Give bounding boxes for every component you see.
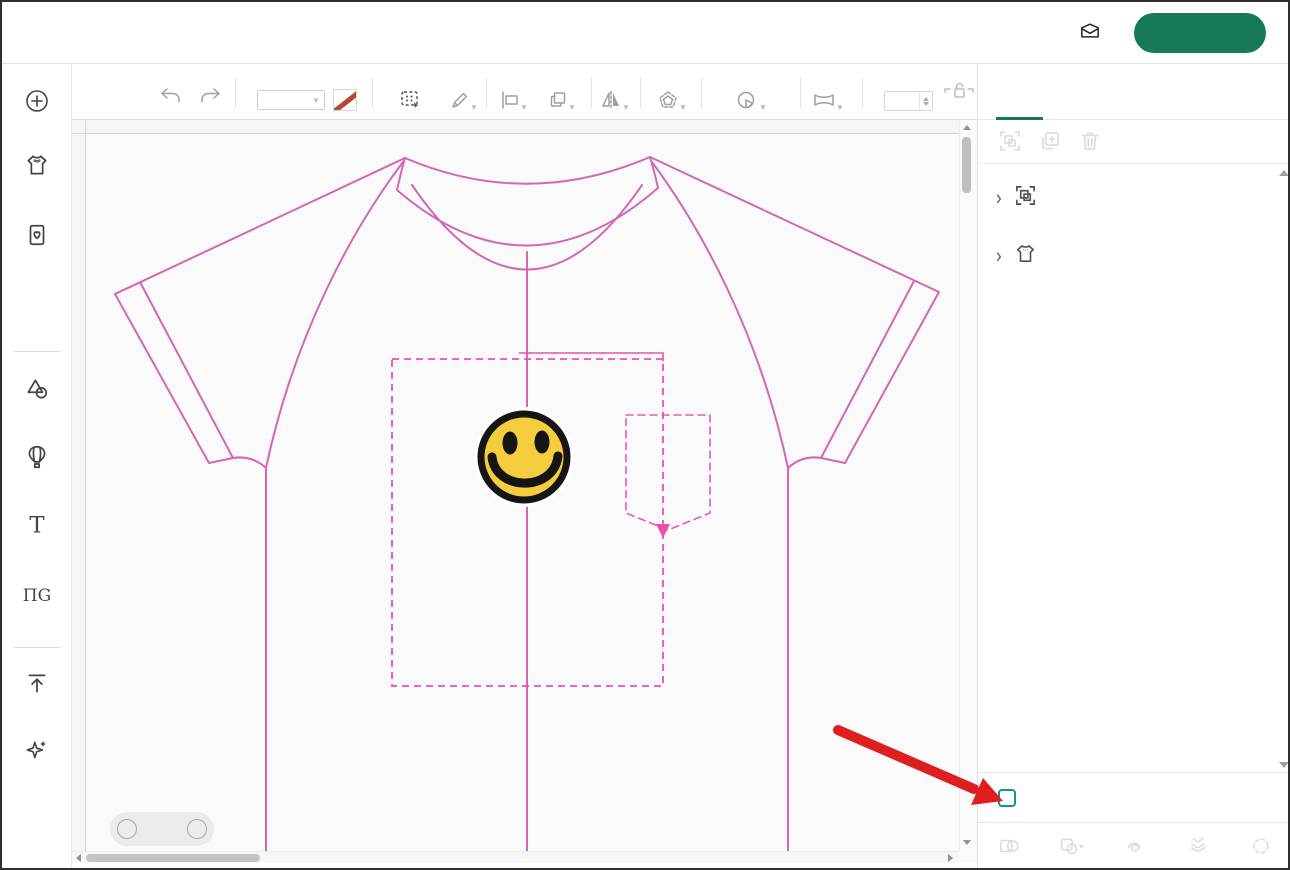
slice-button[interactable] [978,823,1041,870]
top-bar [2,2,1288,64]
arrange-button[interactable]: ▼ [548,90,576,115]
scroll-left-icon[interactable] [76,854,81,862]
shapes-icon [24,376,50,402]
sidebar-item-upload[interactable] [2,670,72,704]
monogram-icon: ΠG [22,582,52,608]
zoom-out-button[interactable] [117,819,137,839]
select-all-button[interactable] [399,90,421,115]
background-color-checkbox[interactable] [998,789,1016,807]
combine-button[interactable] [1041,823,1104,870]
flip-button[interactable]: ▼ [600,90,630,115]
undo-button[interactable] [159,86,183,113]
edit-toolbar: ▼ ▼ ▼ ▼ ▼ ▼ ▼ [72,64,977,120]
scroll-down-icon[interactable] [963,840,971,845]
flatten-icon [1187,836,1209,856]
my-stuff-button[interactable] [1080,23,1108,43]
lock-icon[interactable] [944,81,974,104]
group-icon [1014,184,1037,212]
svg-text:ΠG: ΠG [23,586,51,606]
bottom-actions [978,822,1290,870]
smiley-eye-left [503,432,518,455]
panel-tabs [978,64,1290,120]
sidebar-item-templates[interactable] [2,152,72,186]
horizontal-scroll-thumb[interactable] [86,854,260,862]
text-icon: T [24,512,50,538]
selection-box[interactable] [392,353,670,686]
attach-icon [1124,836,1146,856]
slice-icon [998,836,1020,856]
design-canvas[interactable] [72,120,977,863]
sidebar-divider [14,647,60,648]
layer-row-flower[interactable]: › [978,172,1290,224]
delete-button[interactable] [1078,129,1102,158]
warp-button[interactable]: ▼ [812,90,844,115]
upload-icon [24,670,50,696]
tshirt-icon [1014,242,1037,270]
sparkle-icon [24,738,50,764]
chevron-right-icon[interactable]: › [996,244,1002,269]
svg-text:T: T [29,513,44,538]
scroll-up-icon[interactable] [963,125,971,130]
sidebar-divider [14,351,60,352]
canvas-content[interactable] [86,134,959,851]
sidebar-item-create-ai[interactable] [2,738,72,772]
offset-button[interactable]: ▼ [657,90,687,115]
contour-icon [1250,836,1272,856]
color-swatch[interactable] [333,89,357,111]
new-plus-icon [24,88,50,114]
envelope-icon [1080,23,1100,43]
create-sticker-button[interactable]: ▼ [735,90,767,115]
sidebar-item-new[interactable] [2,88,72,122]
smiley-eye-right [535,431,550,454]
canvas-vertical-scrollbar[interactable] [959,120,972,851]
canvas-horizontal-scrollbar[interactable] [72,851,959,863]
contour-button[interactable] [1229,823,1290,870]
redo-button[interactable] [198,86,222,113]
width-input[interactable] [884,91,933,111]
sidebar-item-shapes[interactable] [2,376,72,410]
zoom-in-button[interactable] [187,819,207,839]
sidebar-item-projects[interactable] [2,222,72,256]
combine-icon [1059,836,1085,856]
attach-button[interactable] [1104,823,1167,870]
operation-select[interactable]: ▼ [257,90,325,110]
vertical-ruler [72,134,86,851]
background-color-row [978,772,1290,822]
make-button[interactable] [1134,13,1266,53]
layer-row-child-medium[interactable]: › [978,230,1290,282]
left-sidebar: T ΠG [2,64,72,868]
scroll-right-icon[interactable] [948,854,953,862]
panel-scroll-up-icon[interactable] [1279,170,1289,176]
width-stepper[interactable] [919,92,932,110]
zoom-control [110,812,214,846]
app-window: T ΠG ▼ [0,0,1290,870]
sidebar-item-monogram[interactable]: ΠG [2,582,72,616]
chevron-right-icon[interactable]: › [996,186,1002,211]
horizontal-ruler [86,120,959,134]
edit-button[interactable]: ▼ [450,90,478,115]
group-button[interactable] [998,129,1022,158]
sidebar-item-text[interactable]: T [2,512,72,546]
right-panel: › › [977,64,1290,868]
guide-arrow-down-icon [656,524,670,538]
align-button[interactable]: ▼ [500,90,528,115]
balloon-icon [24,444,50,470]
flower-design[interactable] [474,407,574,507]
layer-tools [978,120,1290,164]
tshirt-pocket [626,415,710,530]
ruler-corner [72,120,86,134]
flatten-button[interactable] [1166,823,1229,870]
tshirt-icon [24,152,50,178]
duplicate-button[interactable] [1038,129,1062,158]
sidebar-item-images[interactable] [2,444,72,478]
project-card-icon [24,222,50,248]
vertical-scroll-thumb[interactable] [962,137,971,193]
panel-scroll-down-icon[interactable] [1279,762,1289,768]
chevron-down-icon: ▼ [312,96,320,105]
